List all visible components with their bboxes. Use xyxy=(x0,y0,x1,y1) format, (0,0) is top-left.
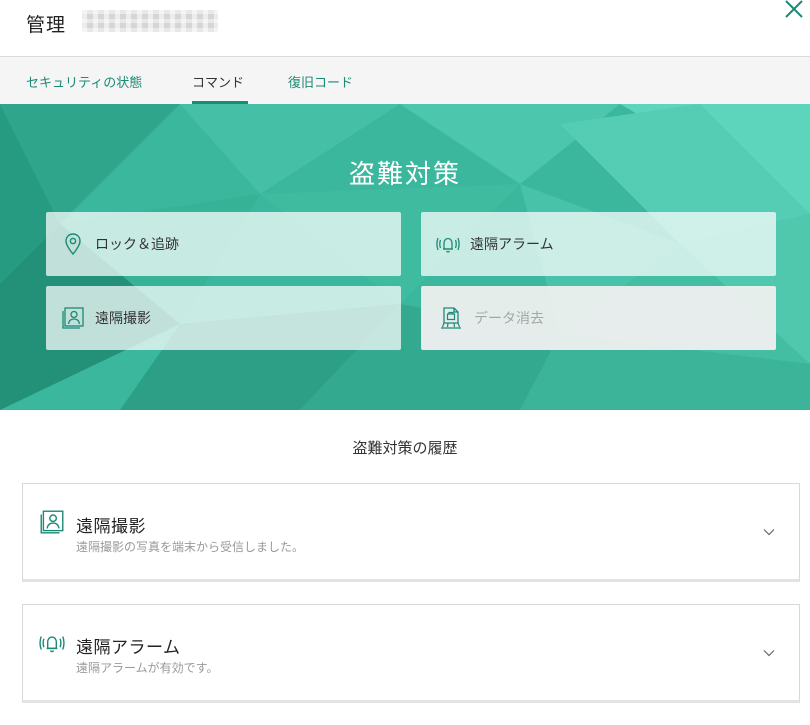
history-item-remote-photo[interactable]: 遠隔撮影 遠隔撮影の写真を端末から受信しました。 xyxy=(22,483,800,582)
data-wipe-button: データ消去 xyxy=(421,286,776,350)
dialog-title: 管理 xyxy=(26,14,67,36)
anti-theft-panel: 盗難対策 ロック＆追跡 遠隔アラーム 遠隔撮影 データ消去 xyxy=(0,104,810,410)
history-item-subtitle: 遠隔撮影の写真を端末から受信しました。 xyxy=(76,540,305,554)
remote-alarm-button[interactable]: 遠隔アラーム xyxy=(421,212,776,276)
history-item-title: 遠隔アラーム xyxy=(76,638,181,658)
redacted-device-name xyxy=(82,10,218,32)
close-icon xyxy=(785,0,803,18)
data-wipe-label: データ消去 xyxy=(474,311,544,327)
remote-alarm-label: 遠隔アラーム xyxy=(470,237,554,253)
tab-recovery-code[interactable]: 復旧コード xyxy=(288,72,353,91)
photo-portrait-icon xyxy=(62,307,84,329)
history-item-subtitle: 遠隔アラームが有効です。 xyxy=(76,661,219,675)
chevron-down-icon xyxy=(763,650,775,657)
photo-portrait-icon xyxy=(40,510,64,534)
lock-and-track-label: ロック＆追跡 xyxy=(95,237,179,253)
dialog-header: 管理 xyxy=(0,0,810,57)
tab-commands[interactable]: コマンド xyxy=(192,72,244,91)
remote-photo-label: 遠隔撮影 xyxy=(95,311,151,327)
anti-theft-title: 盗難対策 xyxy=(348,160,461,190)
close-button[interactable] xyxy=(781,0,807,22)
tab-security-status[interactable]: セキュリティの状態 xyxy=(26,72,142,91)
remote-photo-button[interactable]: 遠隔撮影 xyxy=(46,286,401,350)
history-title: 盗難対策の履歴 xyxy=(352,439,458,457)
history-item-title: 遠隔撮影 xyxy=(76,517,146,537)
lock-and-track-button[interactable]: ロック＆追跡 xyxy=(46,212,401,276)
alarm-bell-icon xyxy=(39,636,65,653)
data-wipe-icon xyxy=(441,307,461,329)
chevron-down-icon xyxy=(763,529,775,536)
alarm-bell-icon xyxy=(436,237,460,253)
tab-bar: セキュリティの状態 コマンド 復旧コード xyxy=(0,57,810,104)
history-item-remote-alarm[interactable]: 遠隔アラーム 遠隔アラームが有効です。 xyxy=(22,604,800,703)
map-pin-icon xyxy=(65,233,81,256)
